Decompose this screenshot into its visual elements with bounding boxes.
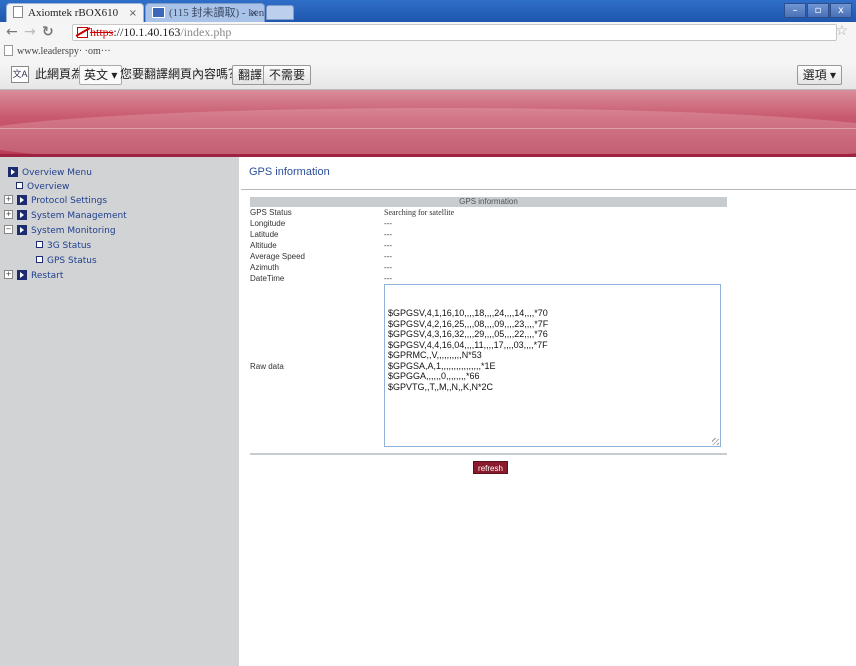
forward-arrow-icon[interactable]: → bbox=[24, 24, 36, 40]
square-bullet-icon bbox=[16, 182, 23, 189]
field-label: DateTime bbox=[250, 274, 285, 283]
expand-icon[interactable]: + bbox=[4, 270, 13, 279]
close-tab-icon[interactable]: × bbox=[250, 4, 258, 22]
bookmark-item[interactable]: www.leaderspy· ·om··· bbox=[17, 46, 111, 57]
broken-lock-icon bbox=[77, 26, 88, 38]
arrow-block-icon bbox=[17, 224, 27, 235]
refresh-button[interactable]: refresh bbox=[473, 461, 508, 474]
raw-data-label: Raw data bbox=[250, 362, 284, 371]
sidebar-item-restart[interactable]: + Restart bbox=[4, 269, 64, 282]
page-icon bbox=[13, 6, 23, 19]
sidebar-item-label: Overview bbox=[27, 182, 70, 192]
altitude-value: --- bbox=[384, 241, 392, 250]
sidebar-item-3g-status[interactable]: 3G Status bbox=[36, 240, 91, 252]
arrow-block-icon bbox=[8, 166, 18, 177]
options-label: 選項 bbox=[802, 68, 827, 82]
field-label: GPS Status bbox=[250, 208, 292, 217]
sidebar: Overview Menu Overview + Protocol Setting… bbox=[0, 157, 239, 666]
average-speed-value: --- bbox=[384, 252, 392, 261]
longitude-value: --- bbox=[384, 219, 392, 228]
banner-sheen bbox=[0, 108, 856, 157]
minimize-button[interactable]: – bbox=[784, 3, 806, 18]
tab-title: Axiomtek rBOX610 bbox=[28, 7, 119, 19]
sidebar-item-label: GPS Status bbox=[47, 256, 97, 266]
sidebar-item-label: Overview Menu bbox=[22, 168, 92, 178]
address-bar[interactable]: https://10.1.40.163/index.php bbox=[72, 24, 837, 41]
field-label: Latitude bbox=[250, 230, 279, 239]
square-bullet-icon bbox=[36, 256, 43, 263]
url-path: /index.php bbox=[180, 25, 232, 39]
sidebar-item-label: Protocol Settings bbox=[31, 196, 108, 206]
arrow-block-icon bbox=[17, 269, 27, 280]
translate-infobar: 文A 此網頁為 英文 ▾ 您要翻譯網頁內容嗎？ 翻譯 不需要 選項 ▾ bbox=[0, 60, 856, 90]
browser-titlebar: Axiomtek rBOX610 × (115 封未讀取) - ken165_1… bbox=[0, 0, 856, 22]
url-scheme: https bbox=[90, 25, 114, 39]
sidebar-item-overview-menu[interactable]: Overview Menu bbox=[8, 166, 92, 179]
square-bullet-icon bbox=[36, 241, 43, 248]
collapse-icon[interactable]: − bbox=[4, 225, 13, 234]
close-tab-icon[interactable]: × bbox=[129, 4, 137, 22]
section-header: GPS information bbox=[250, 197, 727, 207]
divider bbox=[241, 189, 856, 190]
translate-icon: 文A bbox=[11, 66, 29, 83]
tab-axiomtek[interactable]: Axiomtek rBOX610 × bbox=[6, 3, 144, 22]
back-arrow-icon[interactable]: ← bbox=[6, 24, 18, 40]
mail-icon bbox=[152, 6, 165, 18]
azimuth-value: --- bbox=[384, 263, 392, 272]
sidebar-item-protocol-settings[interactable]: + Protocol Settings bbox=[4, 194, 108, 207]
maximize-button[interactable]: ▫ bbox=[807, 3, 829, 18]
resize-grip-icon[interactable] bbox=[712, 438, 719, 445]
window-controls: – ▫ x bbox=[783, 2, 852, 18]
gps-status-value: Searching for satellite bbox=[384, 208, 455, 217]
sidebar-item-label: Restart bbox=[31, 271, 64, 281]
field-label: Average Speed bbox=[250, 252, 306, 261]
page-banner bbox=[0, 90, 856, 157]
expand-icon[interactable]: + bbox=[4, 210, 13, 219]
arrow-block-icon bbox=[17, 194, 27, 205]
star-icon[interactable]: ☆ bbox=[835, 23, 848, 39]
banner-line bbox=[0, 128, 856, 129]
no-thanks-button[interactable]: 不需要 bbox=[263, 65, 312, 85]
new-tab-button[interactable] bbox=[266, 5, 294, 20]
divider bbox=[250, 453, 727, 455]
arrow-block-icon bbox=[17, 209, 27, 220]
sidebar-item-label: System Monitoring bbox=[31, 226, 116, 236]
sidebar-item-system-management[interactable]: + System Management bbox=[4, 209, 127, 222]
url-host: ://10.1.40.163 bbox=[113, 25, 181, 39]
sidebar-item-label: 3G Status bbox=[47, 241, 92, 251]
expand-icon[interactable]: + bbox=[4, 195, 13, 204]
translate-prefix: 此網頁為 bbox=[35, 67, 84, 81]
bookmarks-bar: www.leaderspy· ·om··· bbox=[0, 43, 856, 61]
field-label: Longitude bbox=[250, 219, 286, 228]
page-icon bbox=[4, 45, 13, 57]
language-value: 英文 bbox=[84, 68, 109, 82]
navigation-bar: ← → ↻ https://10.1.40.163/index.php ☆ bbox=[0, 22, 856, 44]
page-title: GPS information bbox=[249, 166, 330, 178]
sidebar-item-label: System Management bbox=[31, 211, 127, 221]
reload-icon[interactable]: ↻ bbox=[42, 24, 54, 40]
translate-question: 您要翻譯網頁內容嗎？ bbox=[120, 67, 241, 81]
sidebar-item-gps-status[interactable]: GPS Status bbox=[36, 255, 97, 267]
options-button[interactable]: 選項 ▾ bbox=[796, 65, 842, 85]
latitude-value: --- bbox=[384, 230, 392, 239]
datetime-value: --- bbox=[384, 274, 392, 283]
sidebar-item-system-monitoring[interactable]: − System Monitoring bbox=[4, 224, 116, 237]
language-select[interactable]: 英文 ▾ bbox=[79, 65, 123, 85]
tab-mail[interactable]: (115 封未讀取) - ken165_1 × bbox=[145, 3, 265, 22]
sidebar-item-overview[interactable]: Overview bbox=[16, 181, 69, 193]
close-window-button[interactable]: x bbox=[830, 3, 852, 18]
field-label: Azimuth bbox=[250, 263, 279, 272]
raw-data-textarea[interactable]: $GPGSV,4,1,16,10,,,,18,,,,24,,,,14,,,,*7… bbox=[384, 284, 721, 447]
raw-data-text: $GPGSV,4,1,16,10,,,,18,,,,24,,,,14,,,,*7… bbox=[388, 308, 549, 392]
field-label: Altitude bbox=[250, 241, 277, 250]
